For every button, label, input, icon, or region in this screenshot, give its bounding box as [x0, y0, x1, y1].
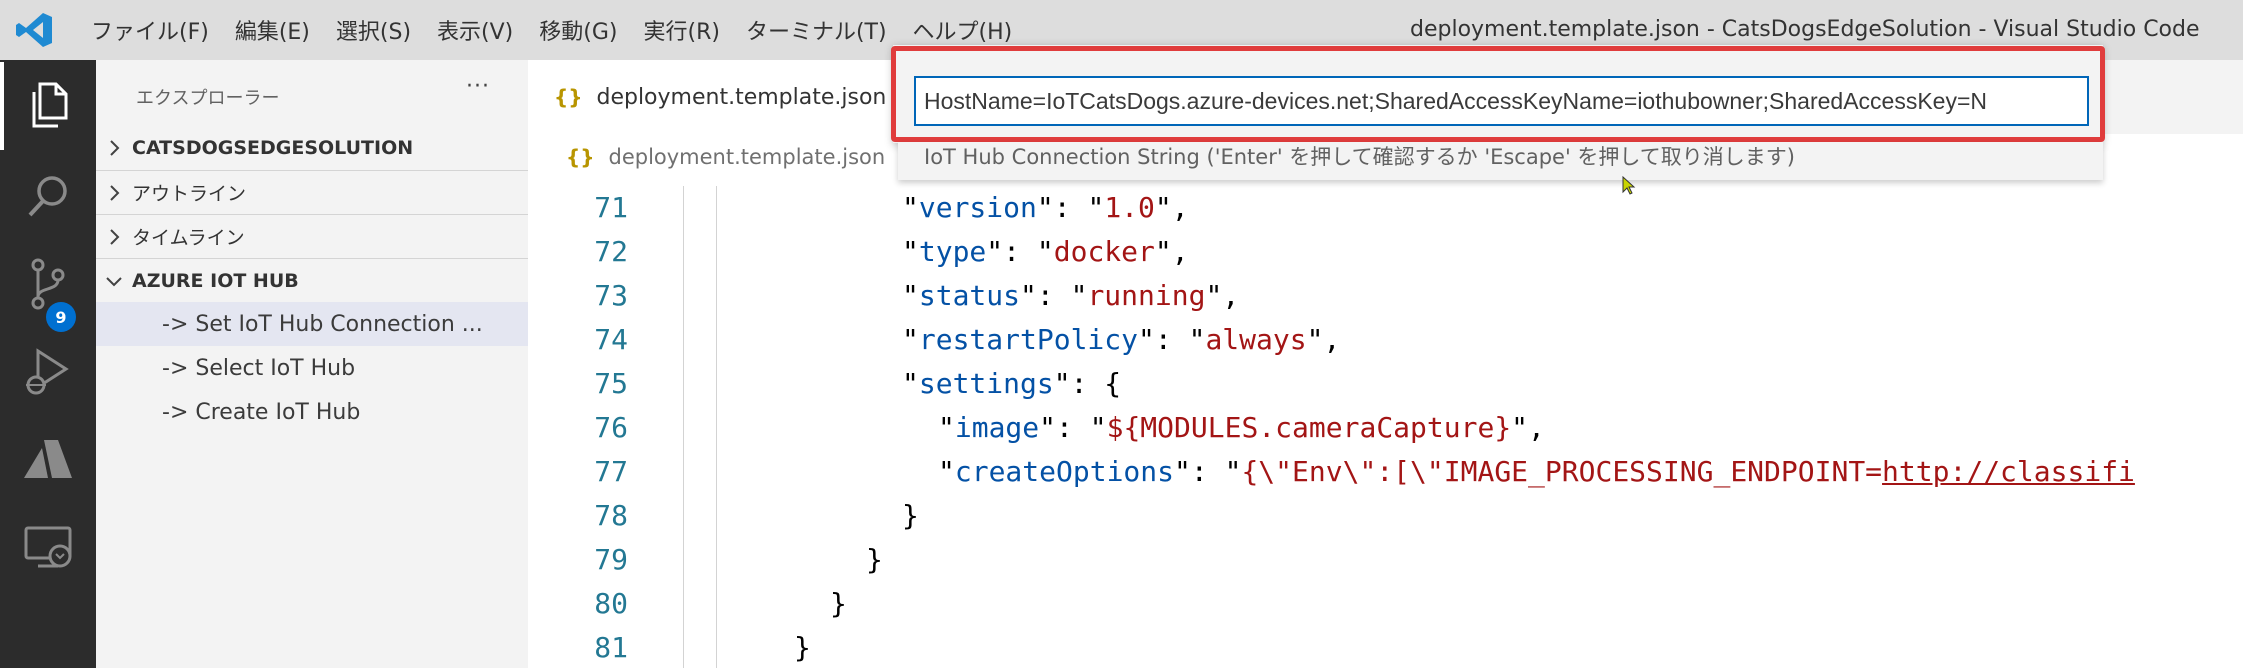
- section-timeline-label: タイムライン: [132, 227, 245, 249]
- menu-help[interactable]: ヘルプ(H): [900, 14, 1026, 46]
- tab-label: deployment.template.json: [596, 84, 887, 110]
- code-line: 73 "status": "running",: [528, 274, 2243, 318]
- code-line: 72 "type": "docker",: [528, 230, 2243, 274]
- code-line: 77 "createOptions": "{\"Env\":[\"IMAGE_PR…: [528, 450, 2243, 494]
- section-outline[interactable]: アウトライン: [96, 170, 528, 214]
- code-text: }: [794, 631, 811, 664]
- code-text: }: [866, 543, 883, 576]
- json-key: version: [918, 191, 1037, 224]
- remote-explorer-icon[interactable]: [0, 504, 96, 592]
- section-azure-iot-hub[interactable]: AZURE IOT HUB: [96, 258, 528, 302]
- menu-terminal[interactable]: ターミナル(T): [733, 14, 900, 46]
- json-string: 1.0: [1104, 191, 1155, 224]
- breadcrumb-file: deployment.template.json: [608, 145, 886, 169]
- hub-item-create-hub[interactable]: -> Create IoT Hub: [96, 390, 528, 434]
- quick-input-message: IoT Hub Connection String ('Enter' を押して確…: [898, 142, 2103, 180]
- json-key: settings: [918, 367, 1054, 400]
- explorer-sidebar: エクスプローラー ··· CATSDOGSEDGESOLUTION アウトライン…: [96, 60, 528, 668]
- source-control-badge: 9: [46, 302, 76, 332]
- section-timeline[interactable]: タイムライン: [96, 214, 528, 258]
- code-line: 80}: [528, 582, 2243, 626]
- chevron-right-icon: [96, 228, 132, 246]
- section-solution[interactable]: CATSDOGSEDGESOLUTION: [96, 126, 528, 170]
- menu-file[interactable]: ファイル(F): [78, 14, 222, 46]
- search-icon[interactable]: [0, 152, 96, 240]
- code-line: 75 "settings": {: [528, 362, 2243, 406]
- explorer-icon[interactable]: [0, 62, 96, 150]
- code-text: }: [902, 499, 919, 532]
- json-string: docker: [1053, 235, 1155, 268]
- line-number: 78: [594, 499, 628, 532]
- section-solution-label: CATSDOGSEDGESOLUTION: [132, 137, 414, 159]
- mouse-cursor-icon: [1622, 176, 1636, 195]
- json-string: always: [1205, 323, 1307, 356]
- chevron-down-icon: [96, 275, 132, 287]
- menu-view[interactable]: 表示(V): [424, 14, 526, 46]
- menu-selection[interactable]: 選択(S): [323, 14, 424, 46]
- line-number: 72: [594, 235, 628, 268]
- menu-run[interactable]: 実行(R): [630, 14, 732, 46]
- json-key: image: [954, 411, 1040, 444]
- endpoint-link[interactable]: http://classifi: [1882, 455, 2135, 488]
- line-number: 71: [594, 191, 628, 224]
- vscode-logo-icon: [16, 13, 52, 47]
- menu-bar: ファイル(F) 編集(E) 選択(S) 表示(V) 移動(G) 実行(R) ター…: [78, 0, 1025, 60]
- line-number: 80: [594, 587, 628, 620]
- json-key: restartPolicy: [918, 323, 1139, 356]
- hub-item-select-hub[interactable]: -> Select IoT Hub: [96, 346, 528, 390]
- tab-deployment-template[interactable]: {} deployment.template.json: [528, 60, 908, 134]
- line-number: 73: [594, 279, 628, 312]
- json-file-icon: {}: [554, 85, 583, 109]
- chevron-right-icon: [96, 184, 132, 202]
- line-number: 81: [594, 631, 628, 664]
- more-actions-icon[interactable]: ···: [466, 74, 490, 99]
- azure-icon[interactable]: [0, 416, 96, 504]
- section-outline-label: アウトライン: [132, 183, 247, 205]
- json-key: createOptions: [954, 455, 1175, 488]
- activity-bar: 9: [0, 60, 96, 668]
- code-line: 71 "version": "1.0",: [528, 186, 2243, 230]
- section-azure-iot-hub-label: AZURE IOT HUB: [132, 269, 299, 292]
- chevron-right-icon: [96, 139, 132, 157]
- code-line: 78}: [528, 494, 2243, 538]
- json-key: status: [918, 279, 1021, 312]
- code-line: 74 "restartPolicy": "always",: [528, 318, 2243, 362]
- connection-string-input[interactable]: HostName=IoTCatsDogs.azure-devices.net;S…: [914, 76, 2089, 126]
- code-editor[interactable]: 71 "version": "1.0", 72 "type": "docker", …: [528, 186, 2243, 668]
- code-line: 76 "image": "${MODULES.cameraCapture}",: [528, 406, 2243, 450]
- sidebar-title: エクスプローラー: [136, 88, 280, 109]
- line-number: 77: [594, 455, 628, 488]
- json-file-icon: {}: [566, 145, 595, 169]
- line-number: 75: [594, 367, 628, 400]
- line-number: 79: [594, 543, 628, 576]
- code-line: 81}: [528, 626, 2243, 670]
- code-line: 79}: [528, 538, 2243, 582]
- menu-edit[interactable]: 編集(E): [222, 14, 323, 46]
- json-string: running: [1087, 279, 1206, 312]
- hub-item-set-connection[interactable]: -> Set IoT Hub Connection ...: [96, 302, 528, 346]
- line-number: 76: [594, 411, 628, 444]
- code-text: }: [830, 587, 847, 620]
- menu-go[interactable]: 移動(G): [526, 14, 630, 46]
- json-string: {\"Env\":[\"IMAGE_PROCESSING_ENDPOINT=: [1241, 455, 1883, 488]
- line-number: 74: [594, 323, 628, 356]
- run-debug-icon[interactable]: [0, 328, 96, 416]
- json-string: ${MODULES.cameraCapture}: [1106, 411, 1512, 444]
- json-key: type: [918, 235, 987, 268]
